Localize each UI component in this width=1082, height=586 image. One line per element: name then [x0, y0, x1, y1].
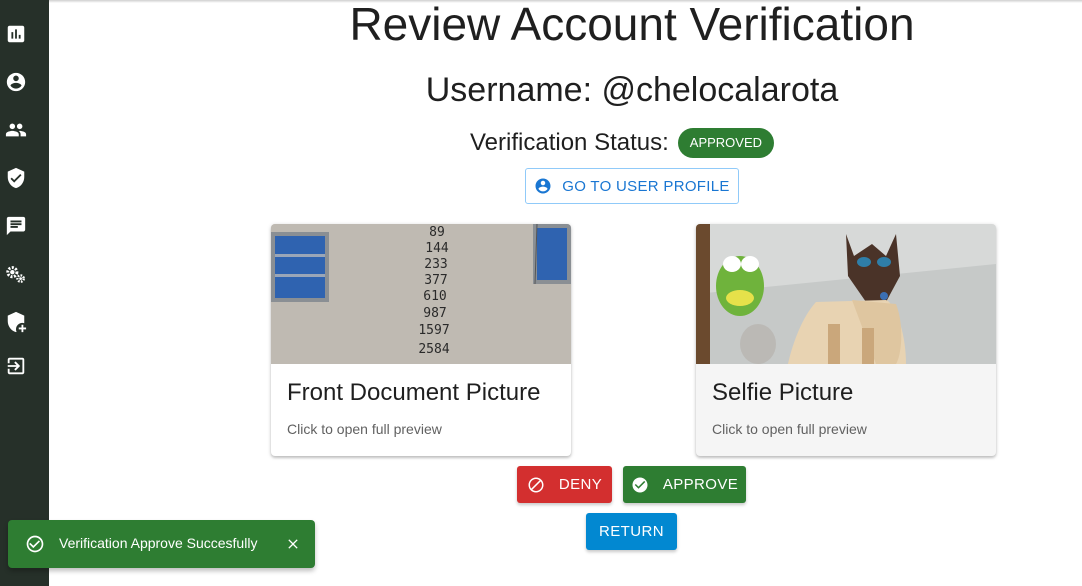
status-badge: APPROVED — [677, 128, 775, 158]
image-number: 987 — [423, 306, 446, 321]
toast-message: Verification Approve Succesfully — [59, 535, 258, 551]
account-circle-icon[interactable] — [5, 71, 27, 93]
close-icon[interactable] — [285, 536, 301, 552]
go-to-user-profile-button[interactable]: GO TO USER PROFILE — [525, 168, 739, 204]
check-circle-outline-icon — [26, 535, 44, 553]
selfie-card[interactable]: Selfie Picture Click to open full previe… — [696, 224, 996, 456]
settings-gears-icon[interactable] — [5, 263, 27, 285]
selfie-image[interactable] — [696, 224, 996, 364]
shield-add-icon[interactable] — [5, 311, 27, 333]
deny-label: DENY — [558, 476, 603, 493]
profile-button-label: GO TO USER PROFILE — [562, 177, 730, 195]
success-toast: Verification Approve Succesfully — [8, 520, 315, 568]
image-number: 89 — [429, 225, 445, 240]
return-button[interactable]: RETURN — [586, 513, 677, 550]
logout-icon[interactable] — [5, 355, 27, 377]
return-label: RETURN — [599, 523, 664, 540]
chat-message-icon[interactable] — [5, 215, 27, 237]
card-subtitle: Click to open full preview — [287, 421, 442, 437]
image-number: 144 — [425, 241, 449, 256]
check-circle-icon — [632, 477, 648, 492]
status-label: Verification Status: — [470, 129, 669, 156]
dashboard-chart-icon[interactable] — [5, 23, 27, 45]
card-title: Front Document Picture — [287, 379, 541, 406]
username-heading: Username: @chelocalarota — [425, 71, 839, 109]
card-subtitle: Click to open full preview — [712, 421, 867, 437]
account-circle-icon — [535, 178, 551, 194]
front-document-card[interactable]: 89 144 233 377 610 987 1597 2584 Front D… — [271, 224, 571, 456]
sidebar — [0, 0, 49, 586]
approve-label: APPROVE — [662, 476, 739, 493]
image-number: 377 — [424, 273, 447, 288]
block-icon — [528, 477, 544, 492]
deny-button[interactable]: DENY — [517, 466, 612, 503]
front-document-image[interactable]: 89 144 233 377 610 987 1597 2584 — [271, 224, 571, 364]
image-number: 2584 — [418, 342, 449, 357]
approve-button[interactable]: APPROVE — [623, 466, 746, 503]
page-title: Review Account Verification — [349, 0, 915, 50]
image-number: 1597 — [418, 323, 449, 338]
people-group-icon[interactable] — [5, 119, 27, 141]
image-number: 233 — [424, 257, 447, 272]
image-number: 610 — [423, 289, 446, 304]
verification-status-row: Verification Status: APPROVED — [470, 127, 775, 159]
card-title: Selfie Picture — [712, 379, 854, 406]
verified-shield-check-icon[interactable] — [5, 167, 27, 189]
